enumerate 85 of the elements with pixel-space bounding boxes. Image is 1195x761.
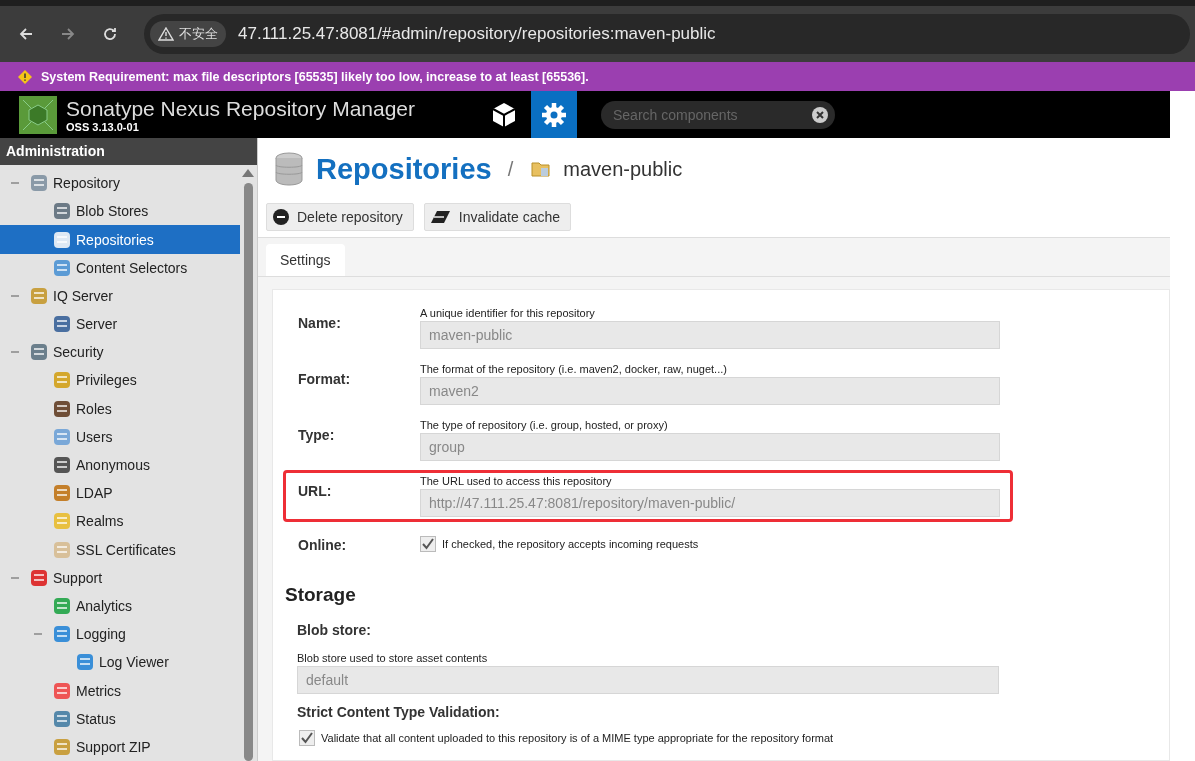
tree-item[interactable]: Blob Stores bbox=[0, 197, 240, 226]
tree-item-icon bbox=[53, 709, 71, 728]
cube-logo-icon bbox=[19, 95, 57, 134]
tree-item[interactable]: Security bbox=[0, 338, 240, 367]
tree-item-icon bbox=[76, 653, 94, 672]
tree-item-icon bbox=[53, 456, 71, 475]
field-label: Format: bbox=[298, 370, 352, 389]
tree-item-icon bbox=[53, 625, 71, 644]
warning-icon bbox=[158, 27, 174, 41]
warning-icon bbox=[18, 69, 32, 84]
tree-item[interactable]: Repositories bbox=[0, 225, 240, 254]
tree-item[interactable]: Server bbox=[0, 310, 240, 339]
tree-item[interactable]: Status bbox=[0, 704, 240, 733]
tree-item[interactable]: Log Viewer bbox=[0, 648, 240, 677]
field-help: Blob store used to store asset contents bbox=[297, 652, 489, 664]
tree-item-icon bbox=[53, 484, 71, 503]
tree-item[interactable]: Repository bbox=[0, 169, 240, 198]
security-label: 不安全 bbox=[179, 25, 218, 43]
tree-item[interactable]: LDAP bbox=[0, 479, 240, 508]
field-label: Blob store: bbox=[297, 622, 372, 638]
field-label: URL: bbox=[298, 482, 333, 501]
tree-item-icon bbox=[53, 399, 71, 418]
url-text: 47.111.25.47:8081/#admin/repository/repositories:maven-public bbox=[238, 24, 716, 44]
tree-item[interactable]: Logging bbox=[0, 620, 240, 649]
tree-item-icon bbox=[30, 174, 48, 193]
tree-item-icon bbox=[53, 540, 71, 559]
tree-item-icon bbox=[53, 230, 71, 249]
minus-circle-icon bbox=[273, 209, 289, 225]
tree-item-icon bbox=[53, 737, 71, 756]
tree-item[interactable]: SSL Certificates bbox=[0, 535, 240, 564]
banner-text: System Requirement: max file descriptors [65535] likely too low, increase to at least [65536]. bbox=[41, 69, 589, 84]
app-version: OSS 3.13.0-01 bbox=[66, 120, 140, 133]
tree-item-icon bbox=[30, 286, 48, 305]
folder-icon bbox=[531, 160, 552, 178]
tree-item-icon bbox=[53, 427, 71, 446]
tree-item[interactable]: Roles bbox=[0, 394, 240, 423]
back-icon[interactable] bbox=[18, 26, 34, 42]
checkbox-label: If checked, the repository accepts incoming requests bbox=[442, 538, 699, 550]
field-help: A unique identifier for this repository bbox=[420, 307, 596, 319]
field-help: The type of repository (i.e. group, hosted, or proxy) bbox=[420, 419, 669, 431]
tree-item[interactable]: Privileges bbox=[0, 366, 240, 395]
sidebar-title: Administration bbox=[0, 138, 257, 166]
breadcrumb-item: maven-public bbox=[563, 157, 683, 181]
checkbox[interactable] bbox=[299, 730, 315, 746]
tree-item[interactable]: Content Selectors bbox=[0, 253, 240, 282]
field-label: Strict Content Type Validation: bbox=[297, 704, 501, 720]
settings-icon[interactable] bbox=[531, 91, 577, 138]
checkbox[interactable] bbox=[420, 536, 436, 552]
invalidate-button[interactable]: Invalidate cache bbox=[423, 203, 571, 231]
field-label: Name: bbox=[298, 314, 342, 333]
app-title: Sonatype Nexus Repository Manager bbox=[66, 96, 417, 121]
tree-item-icon bbox=[53, 596, 71, 615]
tree-item-icon bbox=[53, 371, 71, 390]
tree-item[interactable]: IQ Server bbox=[0, 281, 240, 310]
field-help: The format of the repository (i.e. maven2, docker, raw, nuget...) bbox=[420, 363, 728, 375]
tree-item-icon bbox=[53, 258, 71, 277]
eraser-icon bbox=[430, 210, 451, 224]
section-title: Storage bbox=[285, 584, 357, 606]
tree-item[interactable]: Metrics bbox=[0, 676, 240, 705]
tree-item-icon bbox=[53, 315, 71, 334]
tree-item[interactable]: Analytics bbox=[0, 591, 240, 621]
clear-icon[interactable] bbox=[811, 105, 829, 124]
tree-item-icon bbox=[53, 681, 71, 700]
address-bar[interactable]: 不安全 47.111.25.47:8081/#admin/repository/repositories:maven-public bbox=[144, 14, 1190, 54]
database-icon bbox=[274, 152, 304, 186]
tab[interactable]: Settings bbox=[266, 244, 345, 276]
checkbox-label: Validate that all content uploaded to this repository is of a MIME type appropriate for the repository format bbox=[321, 732, 834, 744]
breadcrumb-separator: / bbox=[507, 157, 514, 181]
forward-icon[interactable] bbox=[60, 26, 76, 42]
field-label: Type: bbox=[298, 426, 336, 445]
reload-icon[interactable] bbox=[102, 26, 118, 42]
tree-item-icon bbox=[53, 202, 71, 221]
tree-item[interactable]: Support bbox=[0, 563, 240, 592]
delete-button[interactable]: Delete repository bbox=[266, 203, 414, 231]
tree-item-icon bbox=[30, 343, 48, 362]
tree-item-icon bbox=[53, 512, 71, 531]
tree-item[interactable]: Anonymous bbox=[0, 450, 240, 480]
tree-item-icon bbox=[30, 568, 48, 587]
tree-item[interactable]: Realms bbox=[0, 507, 240, 536]
field-help: The URL used to access this repository bbox=[420, 475, 613, 487]
search-field[interactable]: Search components bbox=[601, 100, 835, 129]
tree-item[interactable]: Support ZIP bbox=[0, 732, 240, 761]
page-title[interactable]: Repositories bbox=[316, 152, 492, 186]
tree-item[interactable]: Users bbox=[0, 422, 240, 451]
field-label: Online: bbox=[298, 536, 348, 553]
